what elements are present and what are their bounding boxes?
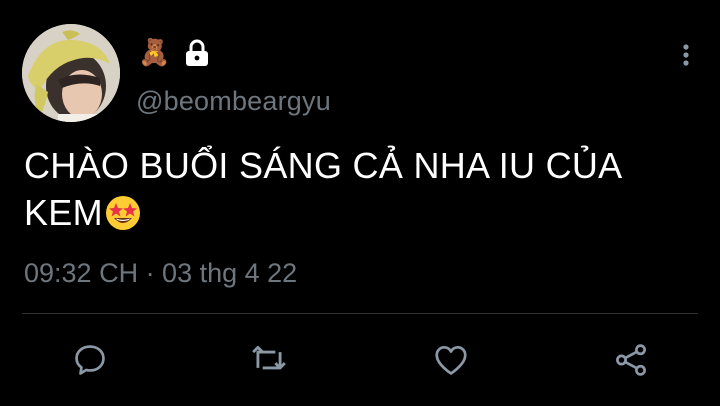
tweet-text-line-2: KEM [24,189,684,242]
user-handle[interactable]: @beombeargyu [136,86,331,117]
avatar-image [22,24,120,122]
tweet-header: 🧸 @beombeargyu [22,24,698,124]
teddy-bear-emoji: 🧸 [138,38,171,68]
lock-icon [182,38,212,68]
reply-icon [75,345,105,375]
tweet-timestamp[interactable]: 09:32 CH · 03 thg 4 22 [24,258,297,289]
share-icon [616,344,646,376]
tweet-actions-bar [0,336,720,384]
tweet-text-line-1: CHÀO BUỔI SÁNG CẢ NHA IU CỦA [24,145,623,186]
avatar[interactable] [22,24,120,122]
share-button[interactable] [607,336,655,384]
tweet-text: CHÀO BUỔI SÁNG CẢ NHA IU CỦA KEM [24,142,684,242]
like-icon [435,345,467,375]
star-struck-emoji [105,195,141,242]
retweet-icon [252,345,286,370]
like-button[interactable] [427,336,475,384]
tweet-text-line-2-text: KEM [24,192,103,233]
reply-button[interactable] [66,336,114,384]
more-options-icon[interactable] [676,40,696,70]
retweet-button[interactable] [245,336,293,384]
display-name-row: 🧸 [138,36,212,70]
divider [22,313,698,314]
